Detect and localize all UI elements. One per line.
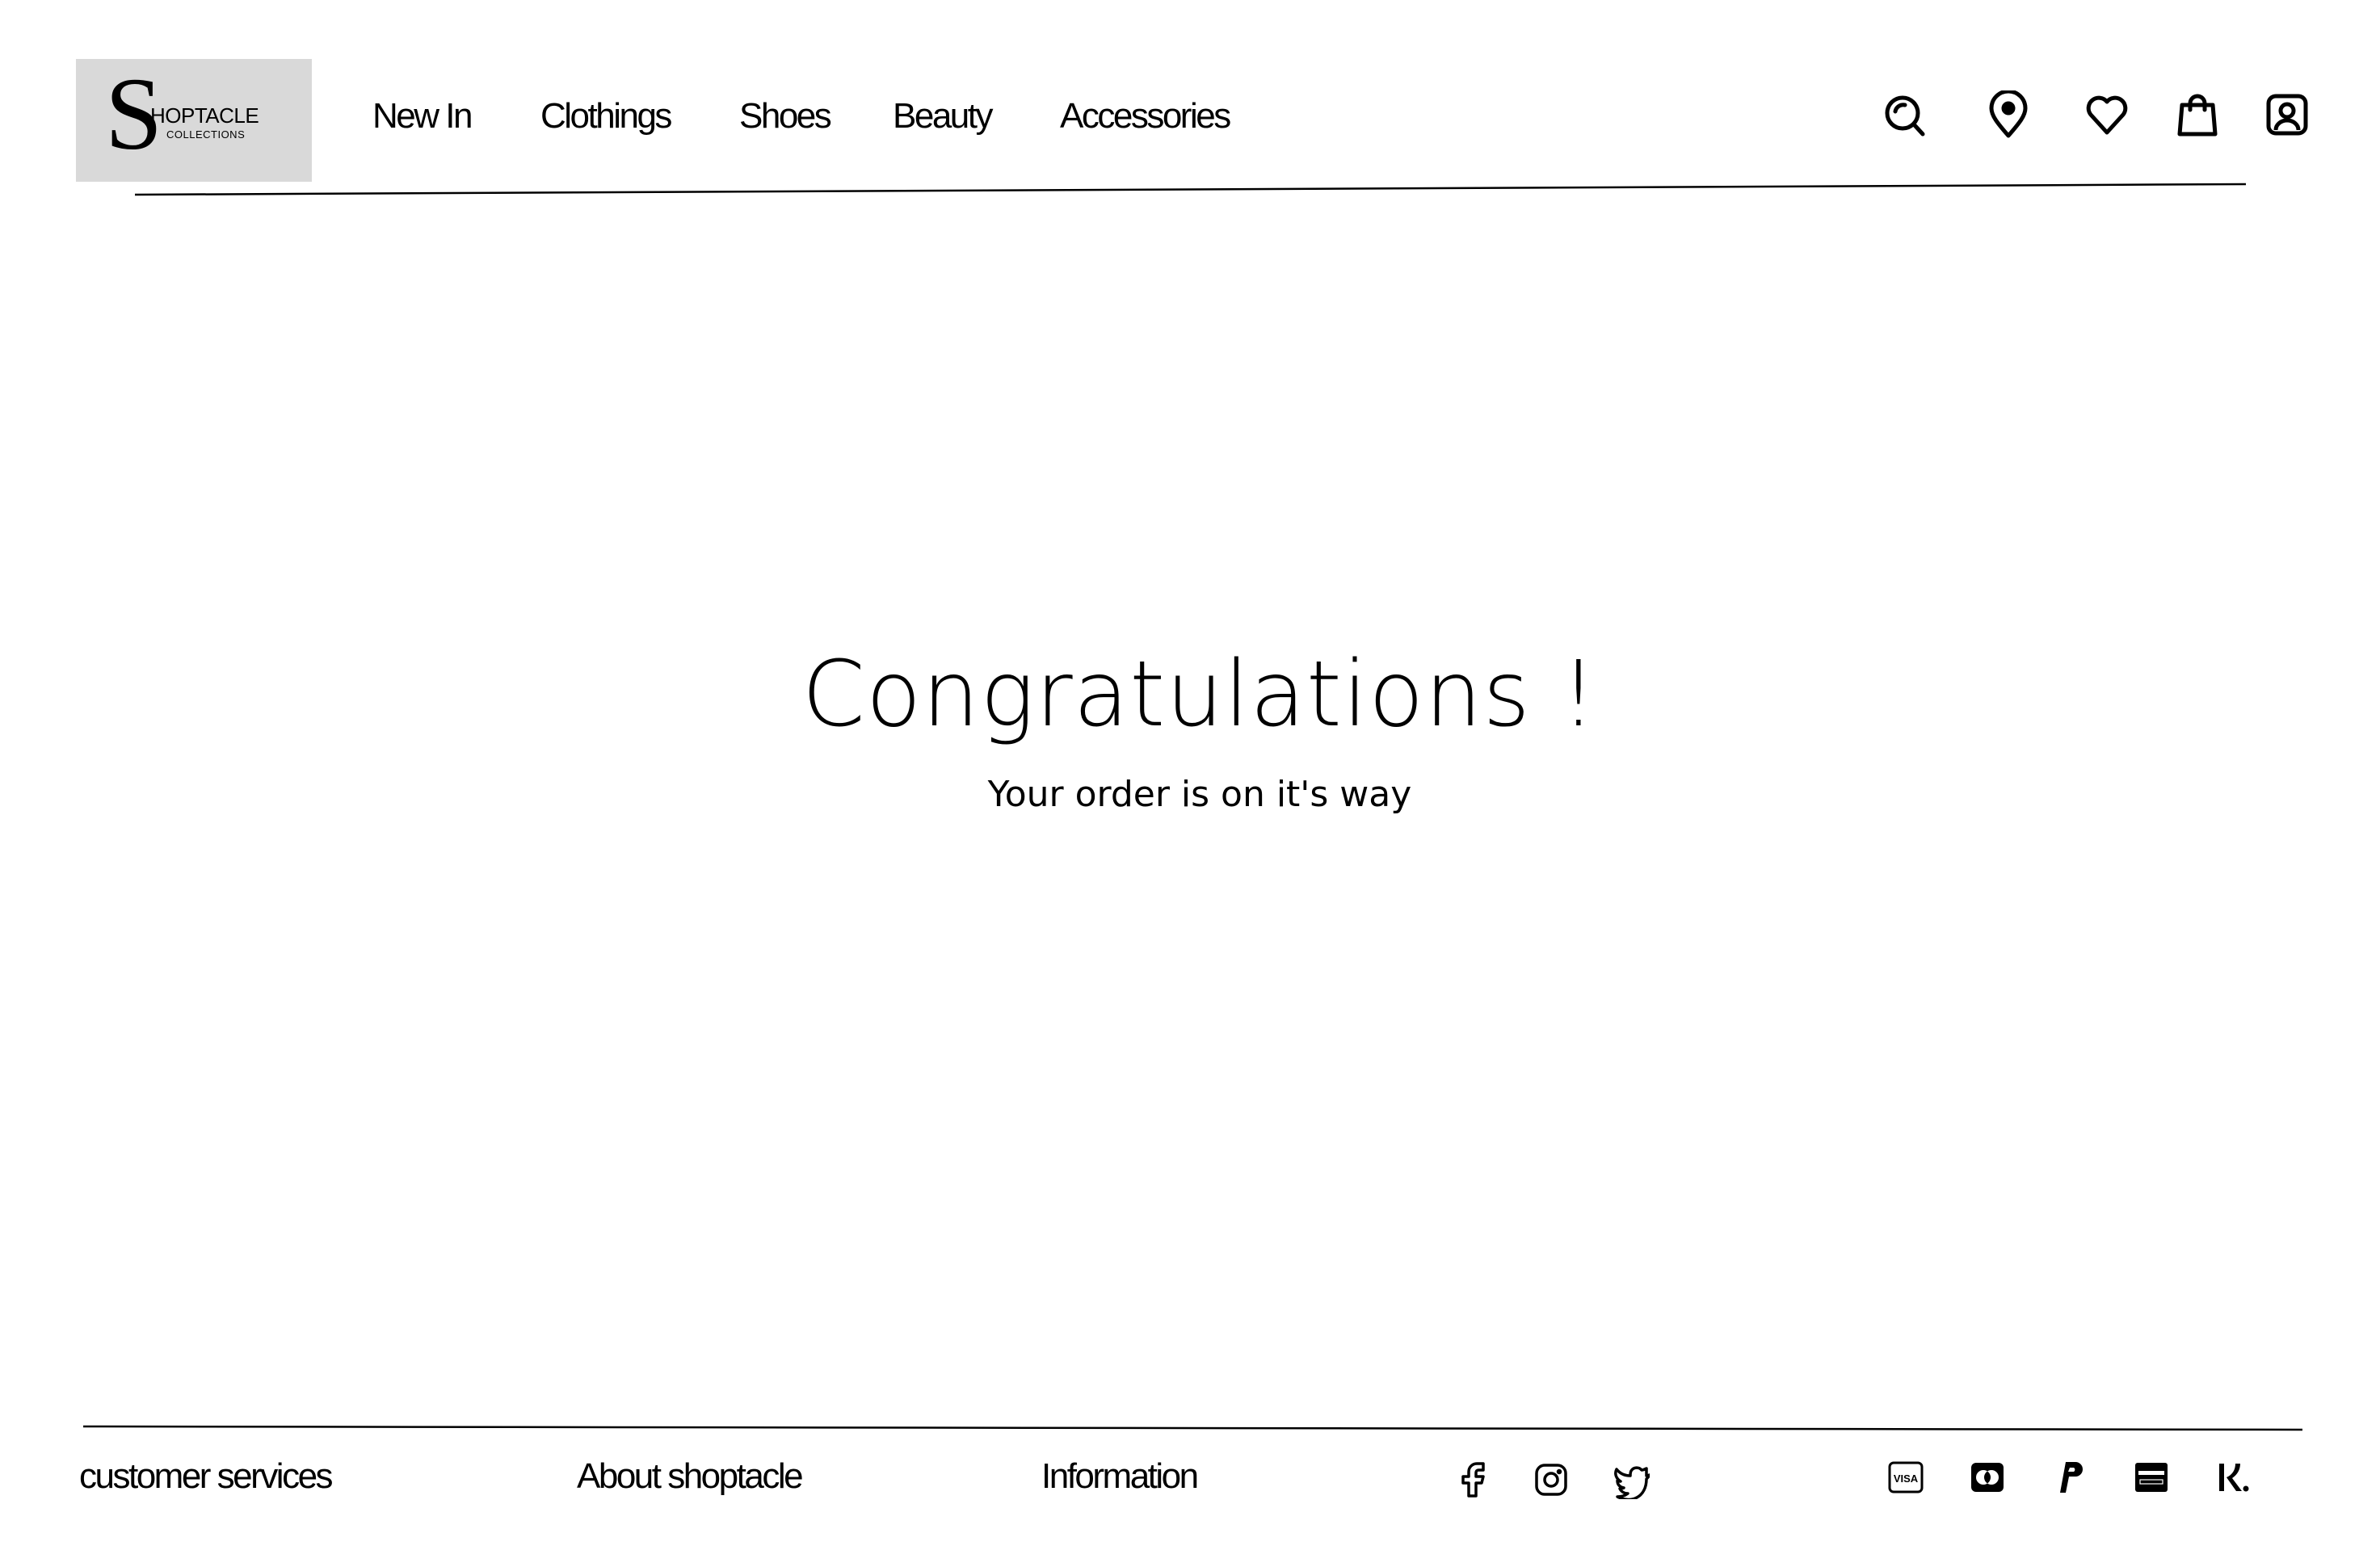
nav-beauty[interactable]: Beauty [893, 92, 993, 141]
nav-shoes[interactable]: Shoes [739, 92, 832, 141]
mastercard-icon [1969, 1459, 2006, 1496]
account-icon[interactable] [2264, 90, 2310, 139]
nav-accessories[interactable]: Accessories [1060, 92, 1231, 141]
paypal-icon [2050, 1459, 2088, 1496]
shopping-bag-icon[interactable] [2175, 90, 2220, 139]
footer-information[interactable]: Information [1041, 1452, 1199, 1501]
location-pin-icon[interactable] [1986, 89, 2031, 139]
footer-customer-services[interactable]: customer services [79, 1452, 334, 1501]
facebook-icon[interactable] [1454, 1460, 1493, 1499]
visa-icon: VISA [1887, 1459, 1924, 1496]
shoptacle-logo[interactable]: S HOPTACLE COLLECTIONS [76, 59, 312, 182]
footer-about-shoptacle[interactable]: About shoptacle [577, 1452, 804, 1501]
nav-new-in[interactable]: New In [372, 92, 473, 141]
logo-wordmark: HOPTACLE [150, 103, 259, 128]
svg-text:VISA: VISA [1894, 1472, 1919, 1485]
nav-clothings[interactable]: Clothings [540, 92, 672, 141]
page-title: Congratulations ! [801, 642, 1598, 747]
twitter-icon[interactable] [1611, 1460, 1651, 1502]
order-status-message: Your order is on it's way [987, 774, 1412, 815]
instagram-icon[interactable] [1532, 1460, 1571, 1499]
heart-icon[interactable] [2084, 90, 2130, 139]
klarna-icon [2214, 1459, 2252, 1496]
logo-subtitle: COLLECTIONS [166, 128, 246, 141]
amex-icon [2133, 1459, 2170, 1496]
search-icon[interactable] [1882, 90, 1928, 139]
